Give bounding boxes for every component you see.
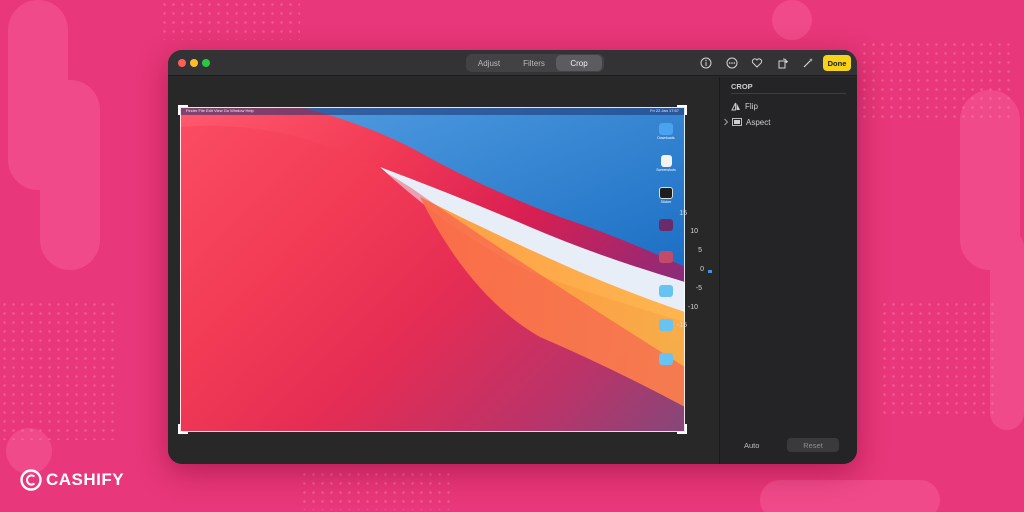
cashify-logo-icon xyxy=(20,469,42,491)
dial-tick-label: -5 xyxy=(695,285,702,292)
reset-button[interactable]: Reset xyxy=(787,438,839,452)
dial-tick-label: -10 xyxy=(687,304,698,311)
background-dots xyxy=(160,0,300,40)
tab-adjust[interactable]: Adjust xyxy=(466,55,512,71)
divider xyxy=(731,93,846,94)
favorite-heart-icon[interactable] xyxy=(750,56,764,70)
background-dots xyxy=(0,300,120,440)
dial-tick-label: 10 xyxy=(690,228,698,235)
dial-tick-label: 0 xyxy=(700,266,704,273)
flip-label: Flip xyxy=(745,101,758,111)
background-shape xyxy=(760,480,940,512)
brand-watermark: CASHIFY xyxy=(20,469,124,491)
background-circle xyxy=(772,0,812,40)
aspect-disclosure[interactable]: Aspect xyxy=(723,116,770,128)
more-icon[interactable] xyxy=(725,56,739,70)
brand-name: CASHIFY xyxy=(46,470,125,489)
auto-button[interactable]: Auto xyxy=(744,441,759,450)
background-dots xyxy=(300,470,450,510)
zoom-window-button[interactable] xyxy=(202,59,210,67)
aspect-icon xyxy=(732,118,742,126)
close-window-button[interactable] xyxy=(178,59,186,67)
photos-window: Adjust Filters Crop Done Finder File Edi… xyxy=(168,50,857,464)
auto-enhance-wand-icon[interactable] xyxy=(801,56,815,70)
crop-handle-top-right[interactable] xyxy=(677,105,687,115)
minimize-window-button[interactable] xyxy=(190,59,198,67)
tab-filters[interactable]: Filters xyxy=(512,55,556,71)
done-button[interactable]: Done xyxy=(823,55,851,71)
info-icon[interactable] xyxy=(699,56,713,70)
crop-handle-bottom-right[interactable] xyxy=(677,424,687,434)
dial-tick-label: 5 xyxy=(698,247,702,254)
crop-handle-top-left[interactable] xyxy=(178,105,188,115)
background-shape xyxy=(40,80,100,270)
flip-button[interactable]: Flip xyxy=(731,100,758,112)
edit-mode-segmented-control: Adjust Filters Crop xyxy=(466,54,604,72)
crop-handle-bottom-left[interactable] xyxy=(178,424,188,434)
dial-tick-label: 15 xyxy=(679,210,687,217)
tab-crop[interactable]: Crop xyxy=(556,55,602,71)
background-dots xyxy=(880,300,1000,420)
dial-indicator xyxy=(708,270,712,273)
crop-sidebar: CROP Flip Aspect Auto Reset xyxy=(719,77,857,464)
aspect-label: Aspect xyxy=(746,117,771,127)
toolbar: Adjust Filters Crop Done xyxy=(168,50,857,76)
dial-tick-label: -15 xyxy=(676,322,687,329)
background-dots xyxy=(860,40,1010,120)
crop-frame[interactable] xyxy=(180,107,685,432)
sidebar-heading: CROP xyxy=(731,82,753,91)
flip-icon xyxy=(731,102,740,110)
photo-canvas: Finder File Edit View Go Window Help Fri… xyxy=(168,77,719,464)
rotate-icon[interactable] xyxy=(776,56,790,70)
chevron-right-icon xyxy=(724,118,729,126)
